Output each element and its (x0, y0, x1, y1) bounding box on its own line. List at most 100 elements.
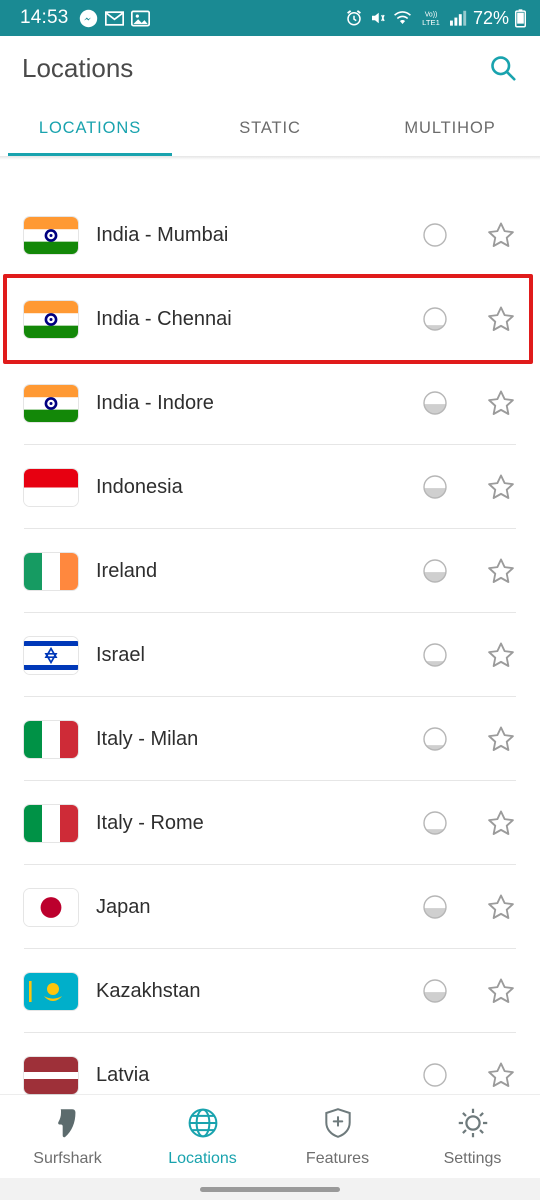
row-actions (422, 388, 516, 418)
battery-percent-label: 72% (472, 7, 509, 28)
tab-static[interactable]: STATIC (180, 100, 360, 156)
row-actions (422, 808, 516, 838)
wifi-icon (393, 10, 412, 26)
nav-item-features-label: Features (305, 1149, 370, 1167)
server-load-indicator-icon[interactable] (422, 474, 448, 500)
location-row[interactable]: India - Indore (0, 361, 540, 445)
row-actions (422, 556, 516, 586)
tab-multihop-label: MULTIHOP (404, 118, 496, 137)
location-row[interactable]: Ireland (0, 529, 540, 613)
location-list[interactable]: India - Mumbai India - Chennai India - I… (0, 193, 540, 1095)
favorite-star-icon[interactable] (486, 472, 516, 502)
location-row[interactable]: Indonesia (0, 445, 540, 529)
signal-bars-icon (449, 10, 467, 26)
server-load-indicator-icon[interactable] (422, 726, 448, 752)
battery-icon (515, 8, 526, 28)
location-name: Kazakhstan (96, 979, 201, 1002)
gesture-home-bar[interactable] (200, 1186, 340, 1192)
location-name: Indonesia (96, 475, 183, 498)
status-bar-system-icons: Vo)) LTE1 72% (345, 8, 526, 29)
flag-india-icon (24, 300, 78, 338)
flag-latvia-icon (24, 1056, 78, 1094)
favorite-star-icon[interactable] (486, 556, 516, 586)
status-bar-notification-icons (79, 9, 150, 28)
row-actions (422, 976, 516, 1006)
nav-item-settings-label: Settings (443, 1149, 502, 1167)
server-load-indicator-icon[interactable] (422, 978, 448, 1004)
globe-icon (186, 1106, 220, 1145)
location-row[interactable]: Japan (0, 865, 540, 949)
svg-text:LTE1: LTE1 (422, 18, 440, 27)
photos-icon (130, 10, 150, 27)
location-name: Latvia (96, 1063, 150, 1086)
nav-item-locations[interactable]: Locations (135, 1106, 270, 1168)
server-load-indicator-icon[interactable] (422, 390, 448, 416)
alarm-icon (345, 9, 363, 27)
row-actions (422, 220, 516, 250)
location-name: India - Mumbai (96, 223, 229, 246)
nav-item-locations-label: Locations (168, 1149, 237, 1167)
tab-locations[interactable]: LOCATIONS (0, 100, 180, 156)
server-load-indicator-icon[interactable] (422, 894, 448, 920)
location-name: Israel (96, 643, 145, 666)
location-name: India - Indore (96, 391, 214, 414)
favorite-star-icon[interactable] (486, 640, 516, 670)
nav-item-surfshark[interactable]: Surfshark (0, 1106, 135, 1168)
favorite-star-icon[interactable] (486, 724, 516, 754)
surfshark-logo-icon (51, 1106, 85, 1145)
favorite-star-icon[interactable] (486, 976, 516, 1006)
nav-item-surfshark-label: Surfshark (33, 1149, 102, 1167)
location-row[interactable]: Israel (0, 613, 540, 697)
server-load-indicator-icon[interactable] (422, 642, 448, 668)
nav-item-features[interactable]: Features (270, 1106, 405, 1168)
server-load-indicator-icon[interactable] (422, 558, 448, 584)
search-icon[interactable] (488, 53, 518, 83)
row-actions (422, 1060, 516, 1090)
messenger-icon (79, 9, 98, 28)
favorite-star-icon[interactable] (486, 892, 516, 922)
shield-plus-icon (321, 1106, 355, 1145)
volte-lte-icon: Vo)) LTE1 (418, 9, 444, 27)
location-row[interactable]: India - Mumbai (0, 193, 540, 277)
tab-static-label: STATIC (239, 118, 301, 137)
gesture-nav-area (0, 1178, 540, 1200)
location-name: Italy - Milan (96, 727, 199, 750)
flag-italy-icon (24, 804, 78, 842)
favorite-star-icon[interactable] (486, 1060, 516, 1090)
app-header: Locations (0, 36, 540, 100)
flag-japan-icon (24, 888, 78, 926)
row-actions (422, 892, 516, 922)
server-load-indicator-icon[interactable] (422, 306, 448, 332)
mute-vibrate-icon (369, 9, 387, 27)
location-name: India - Chennai (96, 307, 232, 330)
flag-india-icon (24, 384, 78, 422)
location-row[interactable]: Kazakhstan (0, 949, 540, 1033)
favorite-star-icon[interactable] (486, 388, 516, 418)
favorite-star-icon[interactable] (486, 220, 516, 250)
bottom-navigation: Surfshark Locations Features Settings (0, 1095, 540, 1178)
location-name: Italy - Rome (96, 811, 204, 834)
location-name: Ireland (96, 559, 158, 582)
tab-multihop[interactable]: MULTIHOP (360, 100, 540, 156)
page-title: Locations (22, 52, 134, 83)
gear-icon (456, 1106, 490, 1145)
flag-indonesia-icon (24, 468, 78, 506)
nav-item-settings[interactable]: Settings (405, 1106, 540, 1168)
location-row[interactable]: Italy - Milan (0, 697, 540, 781)
favorite-star-icon[interactable] (486, 808, 516, 838)
flag-india-icon (24, 216, 78, 254)
app-root: 14:53 Vo)) LTE1 72% Locations LOCATIONS … (0, 0, 540, 1200)
flag-italy-icon (24, 720, 78, 758)
tab-locations-label: LOCATIONS (38, 118, 142, 137)
location-row[interactable]: Latvia (0, 1033, 540, 1095)
server-load-indicator-icon[interactable] (422, 810, 448, 836)
location-row[interactable]: India - Chennai (0, 277, 540, 361)
location-row[interactable]: Italy - Rome (0, 781, 540, 865)
row-actions (422, 640, 516, 670)
favorite-star-icon[interactable] (486, 304, 516, 334)
flag-kazakhstan-icon (24, 972, 78, 1010)
server-load-indicator-icon[interactable] (422, 222, 448, 248)
row-actions (422, 472, 516, 502)
server-load-indicator-icon[interactable] (422, 1062, 448, 1088)
location-name: Japan (96, 895, 151, 918)
